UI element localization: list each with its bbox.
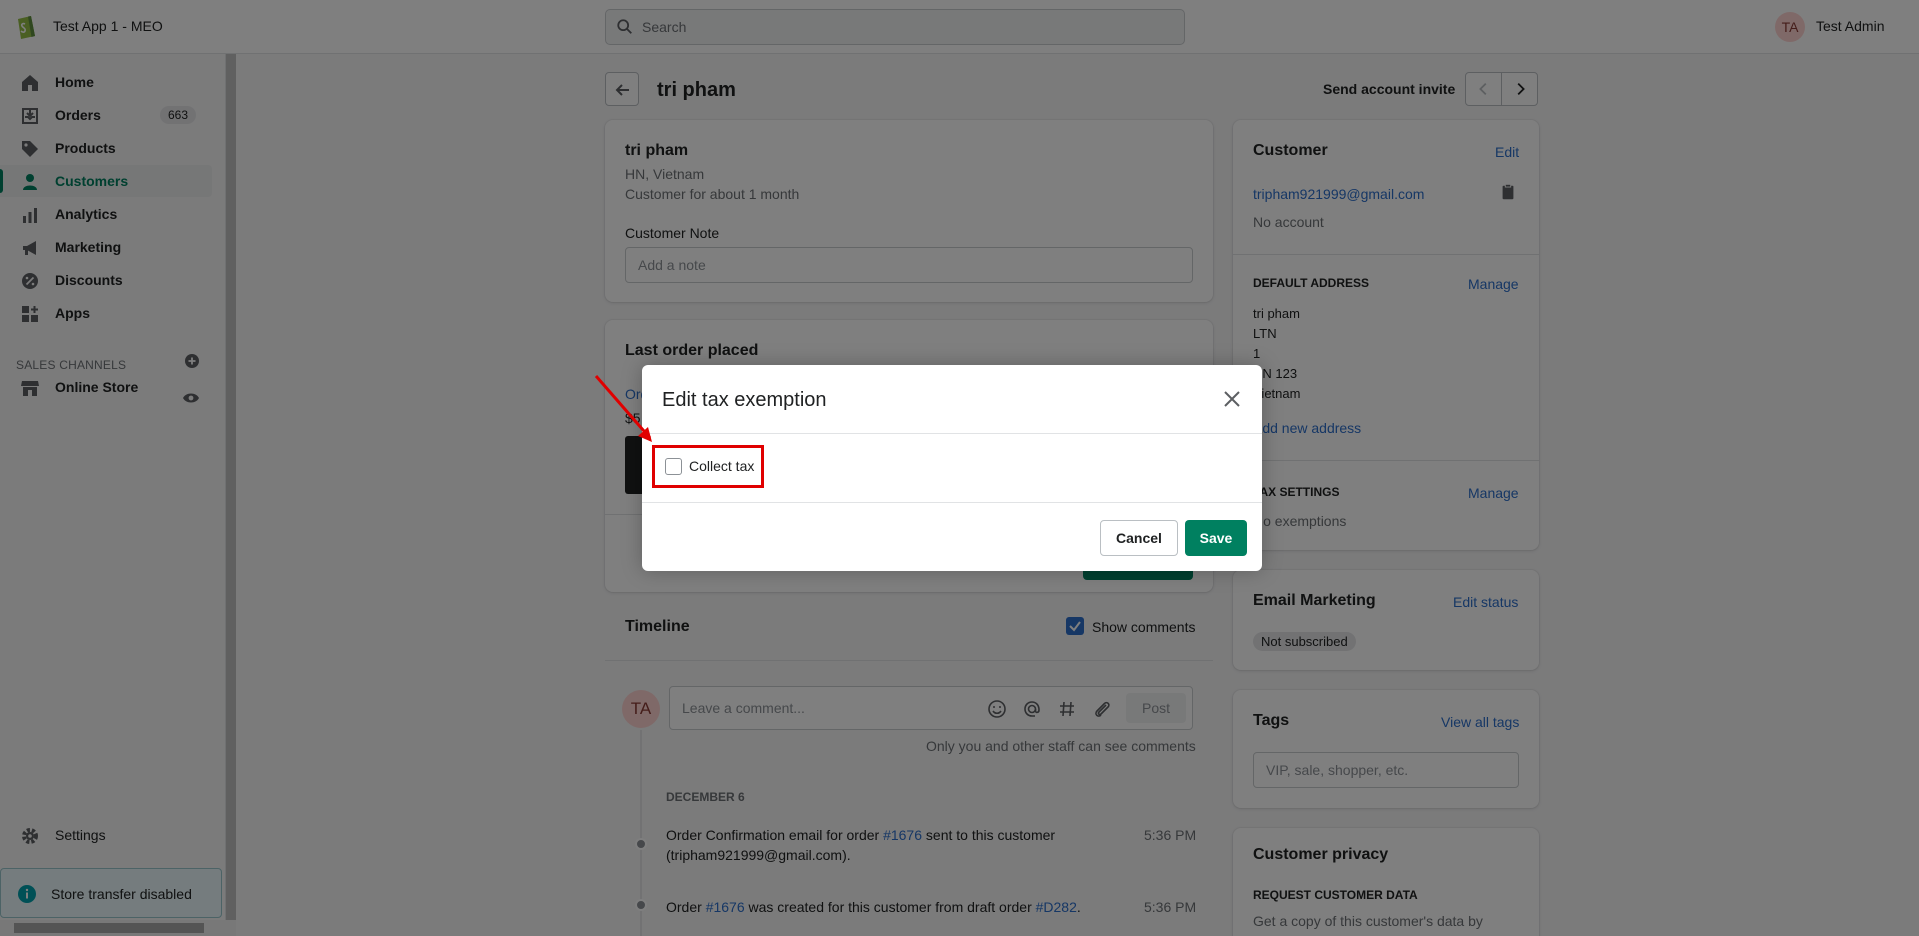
- modal-title: Edit tax exemption: [662, 389, 827, 411]
- save-button[interactable]: Save: [1185, 520, 1247, 556]
- collect-tax-highlight: Collect tax: [652, 445, 764, 488]
- modal-divider: [642, 502, 1262, 503]
- edit-tax-exemption-modal: Edit tax exemption Collect tax Cancel Sa…: [642, 365, 1262, 571]
- annotation-arrow-icon: [594, 375, 652, 442]
- close-icon[interactable]: [1220, 387, 1244, 411]
- collect-tax-label[interactable]: Collect tax: [689, 458, 754, 474]
- collect-tax-checkbox[interactable]: [665, 458, 682, 475]
- cancel-button[interactable]: Cancel: [1100, 520, 1178, 556]
- modal-divider: [642, 433, 1262, 434]
